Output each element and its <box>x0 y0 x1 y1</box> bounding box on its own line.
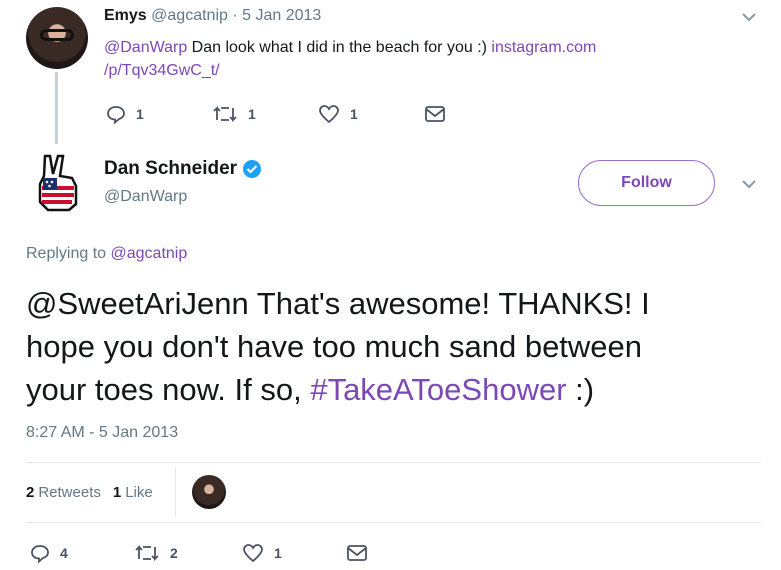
tweet-line-3-prefix: your toes now. If so, <box>26 372 311 407</box>
likes-stat-label: Like <box>125 483 153 501</box>
heart-icon <box>319 105 339 124</box>
tweet-line-3: your toes now. If so, #TakeAToeShower :) <box>26 368 771 411</box>
reply-tweet-header: Emys @agcatnip · 5 Jan 2013 <box>104 7 321 25</box>
main-tweet-text: @SweetAriJenn That's awesome! THANKS! I … <box>26 282 771 411</box>
tweet-line-3-suffix: :) <box>566 372 595 407</box>
reply-icon <box>107 106 125 124</box>
main-reply-count: 4 <box>60 545 68 561</box>
reply-action[interactable]: 1 <box>106 104 212 124</box>
main-retweet-count: 2 <box>170 545 178 561</box>
dan-avatar[interactable] <box>36 152 80 212</box>
like-count: 1 <box>350 106 358 122</box>
retweet-icon <box>135 544 159 562</box>
tweet-timestamp[interactable]: 8:27 AM - 5 Jan 2013 <box>26 424 178 442</box>
main-author-name[interactable]: Dan Schneider <box>104 158 237 180</box>
header-separator: · <box>232 7 238 24</box>
reply-author-handle[interactable]: @agcatnip <box>151 7 228 24</box>
main-reply-action[interactable]: 4 <box>30 543 134 563</box>
instagram-link-domain[interactable]: instagram.com <box>491 39 596 56</box>
retweet-count: 1 <box>248 106 256 122</box>
liker-avatar[interactable] <box>191 475 226 509</box>
reply-tweet-text: @DanWarp Dan look what I did in the beac… <box>104 36 724 82</box>
tweet-stats: 2 Retweets 1 Like <box>26 468 226 516</box>
retweets-stat-count: 2 <box>26 483 35 501</box>
replying-prefix: Replying to <box>26 245 111 262</box>
tweet-line-2: hope you don't have too much sand betwee… <box>26 329 643 364</box>
envelope-icon <box>347 545 367 561</box>
peace-hand-flag-avatar-icon <box>38 154 78 212</box>
main-message-action[interactable] <box>346 544 378 562</box>
likes-stat[interactable]: 1 Like <box>113 484 153 501</box>
replying-handle-link[interactable]: @agcatnip <box>111 245 188 262</box>
retweet-icon <box>213 105 237 123</box>
caret-down-icon <box>742 13 756 22</box>
main-author-handle[interactable]: @DanWarp <box>104 188 187 206</box>
retweets-stat-label: Retweets <box>38 483 101 501</box>
reply-date[interactable]: 5 Jan 2013 <box>242 7 321 24</box>
follow-button[interactable]: Follow <box>578 160 715 206</box>
hashtag-link[interactable]: #TakeAToeShower <box>310 372 566 407</box>
main-like-count: 1 <box>274 545 282 561</box>
caret-down-icon <box>742 180 756 189</box>
retweet-action[interactable]: 1 <box>212 104 318 124</box>
thread-connector-line <box>55 72 58 144</box>
main-retweet-action[interactable]: 2 <box>134 543 242 563</box>
replying-to: Replying to @agcatnip <box>26 245 187 263</box>
message-action[interactable] <box>424 105 456 123</box>
divider-bottom <box>26 522 761 523</box>
emys-avatar[interactable] <box>26 7 88 69</box>
envelope-icon <box>425 106 445 122</box>
likes-stat-count: 1 <box>112 483 122 501</box>
instagram-link-path[interactable]: /p/Tqv34GwC_t/ <box>104 62 220 79</box>
divider-top <box>26 462 761 463</box>
like-action[interactable]: 1 <box>318 104 424 124</box>
reply-icon <box>31 545 49 563</box>
reply-author-name[interactable]: Emys <box>104 7 147 24</box>
reply-tweet-actions: 1 1 1 <box>106 104 456 124</box>
tweet-line-1: @SweetAriJenn That's awesome! THANKS! I <box>26 286 650 321</box>
main-like-action[interactable]: 1 <box>242 543 346 563</box>
stats-separator <box>174 468 176 516</box>
retweets-stat[interactable]: 2 Retweets <box>26 484 101 501</box>
reply-text: Dan look what I did in the beach for you… <box>187 39 492 56</box>
heart-icon <box>243 544 263 563</box>
mention-link[interactable]: @DanWarp <box>104 39 187 56</box>
main-tweet-menu-caret[interactable] <box>740 175 758 193</box>
reply-count: 1 <box>136 106 144 122</box>
main-author-name-row: Dan Schneider <box>104 158 262 180</box>
reply-tweet-menu-caret[interactable] <box>740 8 758 26</box>
main-tweet-actions: 4 2 1 <box>30 543 378 563</box>
verified-badge-icon <box>243 160 262 178</box>
